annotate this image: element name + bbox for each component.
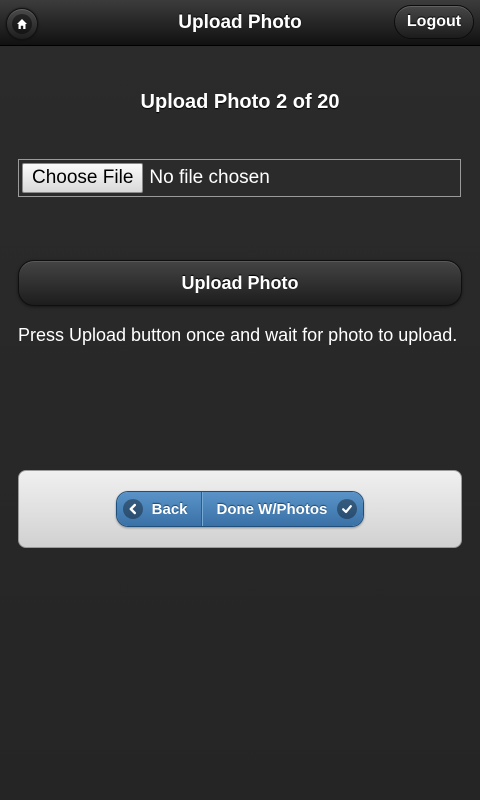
upload-photo-button[interactable]: Upload Photo [18,260,462,306]
back-button-label: Back [151,500,188,518]
choose-file-button[interactable]: Choose File [22,163,144,193]
chevron-left-icon [122,499,143,519]
logout-button[interactable]: Logout [394,5,474,39]
page-title: Upload Photo [178,12,302,33]
done-button-label: Done W/Photos [216,500,328,518]
nav-panel: Back Done W/Photos [18,470,462,548]
home-button[interactable] [6,8,38,40]
nav-button-group: Back Done W/Photos [115,491,365,527]
header-bar: Upload Photo Logout [0,0,480,46]
file-input[interactable]: Choose File No file chosen [18,159,461,197]
checkmark-icon [337,499,358,519]
home-icon [12,14,32,34]
done-with-photos-button[interactable]: Done W/Photos [201,492,364,526]
main-content: Upload Photo 2 of 20 Choose File No file… [0,47,480,800]
upload-progress-heading: Upload Photo 2 of 20 [140,91,340,113]
back-button[interactable]: Back [116,492,202,526]
upload-instructions: Press Upload button once and wait for ph… [18,325,458,345]
file-status-text: No file chosen [149,167,270,188]
